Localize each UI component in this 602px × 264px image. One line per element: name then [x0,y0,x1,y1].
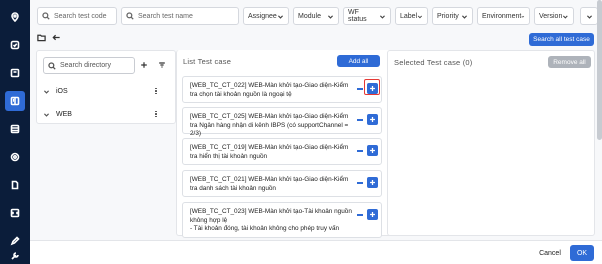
cancel-button[interactable]: Cancel [532,245,568,261]
search-icon [126,12,134,20]
search-icon [42,12,50,20]
plus-icon [370,148,375,153]
test-case-card: [WEB_TC_CT_019] WEB-Màn khởi tạo-Giao di… [182,138,382,165]
chevron-down-icon [278,14,283,19]
minus-icon[interactable] [357,182,363,184]
chevron-down-icon [328,14,333,19]
plus-icon [370,117,375,122]
tree-item-web[interactable]: WEB [43,108,161,120]
plus-icon [141,62,147,68]
chevron-down-icon [521,15,525,18]
add-test-case-button[interactable] [367,209,378,220]
label-dropdown[interactable]: Label [395,7,428,25]
chevron-down-icon [417,15,423,18]
plus-icon [370,212,375,217]
remove-all-button[interactable]: Remove all [548,56,591,68]
more-filters-dropdown[interactable] [580,7,598,25]
document-icon[interactable] [5,175,25,195]
minus-icon[interactable] [357,88,363,90]
chevron-down-icon [563,14,569,19]
environment-dropdown[interactable]: Environment [477,7,530,25]
chevron-down-icon [44,89,49,94]
back-arrow-icon[interactable] [52,33,61,42]
filter-directory-button[interactable] [156,59,168,71]
more-vertical-icon[interactable] [151,85,161,97]
filter-icon [159,62,165,68]
assignee-dropdown[interactable]: Assignee [243,7,289,25]
chevron-down-icon [44,112,49,117]
directory-panel: Search directory iOS WEB [36,50,176,124]
add-test-case-button[interactable] [367,145,378,156]
more-vertical-icon[interactable] [151,108,161,120]
test-case-card: [WEB_TC_CT_021] WEB-Màn khởi tạo-Giao di… [182,170,382,197]
search-icon [48,61,56,70]
folder-icon[interactable] [37,33,46,42]
check-circle-icon[interactable] [5,35,25,55]
chevron-down-icon [586,14,592,19]
folder-icon[interactable] [5,63,25,83]
ok-button[interactable]: OK [570,245,594,261]
code-icon[interactable] [5,203,25,223]
location-icon[interactable] [5,7,25,27]
add-directory-button[interactable] [138,59,150,71]
search-all-test-case-button[interactable]: Search all test case [529,33,594,46]
test-case-card: [WEB_TC_CT_023] WEB-Màn khởi tạo-Tài kho… [182,202,382,238]
search-test-name-input[interactable]: Search test name [121,7,239,25]
add-test-case-button[interactable] [367,177,378,188]
search-directory-input[interactable]: Search directory [43,57,135,74]
minus-icon[interactable] [357,119,363,121]
list-test-case-title: List Test case [183,57,232,66]
dialog-footer: Cancel OK [30,240,602,264]
book-icon[interactable] [5,91,25,111]
chevron-down-icon [380,14,386,19]
test-case-card: [WEB_TC_CT_025] WEB-Màn khởi tạo-Giao di… [182,107,382,137]
minus-icon[interactable] [357,150,363,152]
plus-icon [370,180,375,185]
filter-bar: Search test code Search test name Assign… [37,7,598,25]
selected-test-case-title: Selected Test case (0) [394,58,473,67]
module-dropdown[interactable]: Module [293,7,339,25]
selected-test-case-panel: Selected Test case (0) Remove all [387,50,595,236]
minus-icon[interactable] [357,214,363,216]
add-all-button[interactable]: Add all [337,55,380,67]
wf-status-dropdown[interactable]: WF status [343,7,391,25]
priority-dropdown[interactable]: Priority [432,7,473,25]
toolbar-row [37,33,61,42]
search-test-code-input[interactable]: Search test code [37,7,117,25]
scrollbar[interactable] [597,0,602,140]
table-icon[interactable] [5,119,25,139]
settings-icon[interactable] [5,147,25,167]
add-test-case-button[interactable] [367,114,378,125]
chevron-down-icon [462,14,467,19]
tools-icon[interactable] [5,246,25,264]
test-case-card: [WEB_TC_CT_022] WEB-Màn khởi tạo-Giao di… [182,76,382,103]
version-dropdown[interactable]: Version [534,7,574,25]
highlight-box [364,79,380,95]
nav-rail [0,0,30,264]
main-area: Search test code Search test name Assign… [30,0,602,264]
tree-item-ios[interactable]: iOS [43,85,161,97]
